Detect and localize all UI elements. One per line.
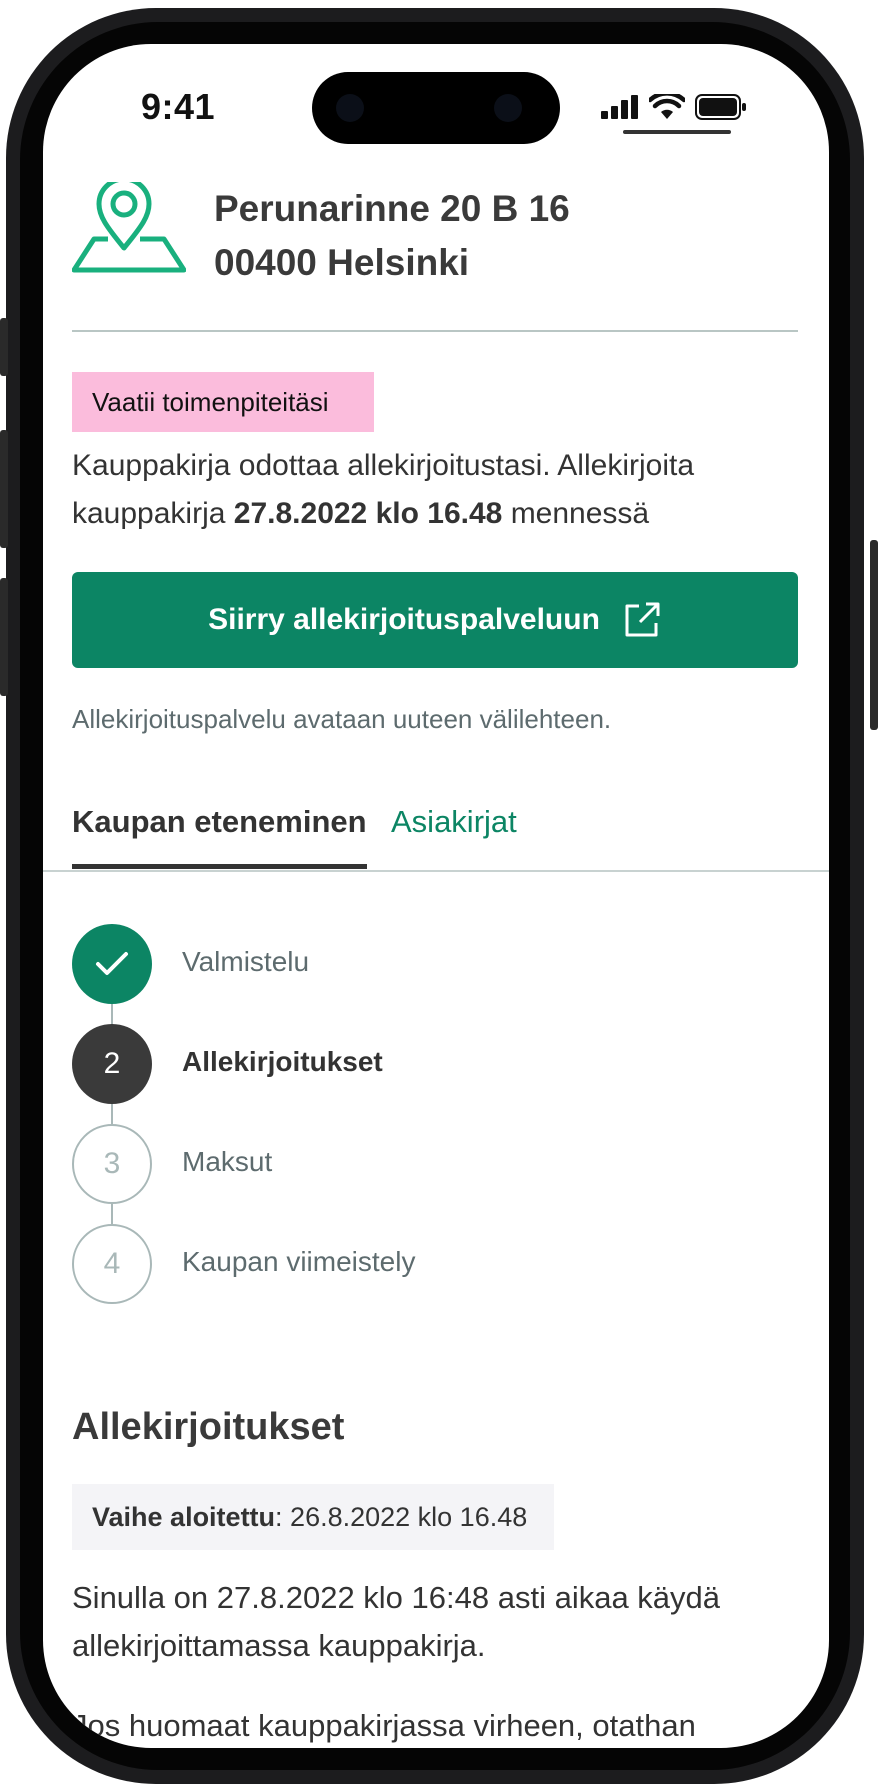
battery-icon: [695, 94, 746, 120]
deadline-paragraph: Sinulla on 27.8.2022 klo 16:48 asti aika…: [72, 1580, 721, 1663]
step-preparation: Valmistelu: [72, 924, 672, 1004]
check-icon: [96, 952, 128, 975]
step-finalization: 4 Kaupan viimeistely: [72, 1224, 672, 1304]
step-label: Maksut: [182, 1146, 273, 1177]
status-icons: [601, 92, 747, 122]
map-pin-icon: [72, 182, 186, 273]
cellular-signal-icon: [601, 95, 638, 119]
tab-documents[interactable]: Asiakirjat: [391, 804, 517, 840]
divider: [72, 330, 798, 332]
step-payments: 3 Maksut: [72, 1124, 672, 1204]
go-to-signing-service-button[interactable]: Siirry allekirjoituspalveluun: [72, 572, 798, 668]
deadline: 27.8.2022 klo 16.48: [233, 497, 503, 530]
external-link-icon: [625, 602, 660, 637]
phase-value: : 26.8.2022 klo 16.48: [275, 1502, 528, 1532]
sensor-icon: [336, 94, 364, 122]
tab-bar: Kaupan eteneminen Asiakirjat: [43, 784, 829, 872]
screen: 9:41 Perunarinne 20 B 16 00400 Helsinki …: [43, 44, 829, 1748]
step-connector: [111, 1104, 113, 1124]
button-label: Siirry allekirjoituspalveluun: [208, 603, 600, 636]
step-signatures: 2 Allekirjoitukset: [72, 1024, 672, 1104]
camera-icon: [494, 94, 522, 122]
silent-switch: [0, 318, 8, 376]
wifi-icon: [649, 94, 685, 119]
step-circle-done: [72, 924, 152, 1004]
address-header: Perunarinne 20 B 16 00400 Helsinki: [72, 182, 570, 290]
status-indicator-line: [623, 130, 731, 134]
phase-started-info: Vaihe aloitettu: 26.8.2022 klo 16.48: [72, 1484, 554, 1550]
dynamic-island: [312, 72, 560, 144]
error-contact-paragraph: Jos huomaat kauppakirjassa virheen, otat…: [72, 1708, 696, 1743]
tab-progress[interactable]: Kaupan eteneminen: [72, 804, 367, 869]
step-connector: [111, 1204, 113, 1224]
message-suffix: mennessä: [510, 497, 650, 530]
address-street: Perunarinne 20 B 16: [214, 188, 570, 229]
signature-message: Kauppakirja odottaa allekirjoitustasi. A…: [72, 442, 812, 538]
action-required-badge: Vaatii toimenpiteitäsi: [72, 372, 374, 432]
step-label: Kaupan viimeistely: [182, 1246, 416, 1277]
volume-up-button: [0, 430, 8, 548]
address-text: Perunarinne 20 B 16 00400 Helsinki: [214, 182, 570, 290]
volume-down-button: [0, 578, 8, 696]
power-button: [870, 540, 878, 730]
address-city: 00400 Helsinki: [214, 242, 470, 283]
step-label: Valmistelu: [182, 946, 310, 977]
section-title: Allekirjoitukset: [72, 1406, 345, 1448]
step-connector: [111, 1004, 113, 1024]
step-circle-todo: 3: [72, 1124, 152, 1204]
new-tab-note: Allekirjoituspalvelu avataan uuteen väli…: [72, 704, 612, 734]
status-time: 9:41: [141, 86, 216, 127]
phase-label: Vaihe aloitettu: [92, 1502, 276, 1532]
step-circle-todo: 4: [72, 1224, 152, 1304]
step-circle-current: 2: [72, 1024, 152, 1104]
step-label: Allekirjoitukset: [182, 1046, 383, 1077]
